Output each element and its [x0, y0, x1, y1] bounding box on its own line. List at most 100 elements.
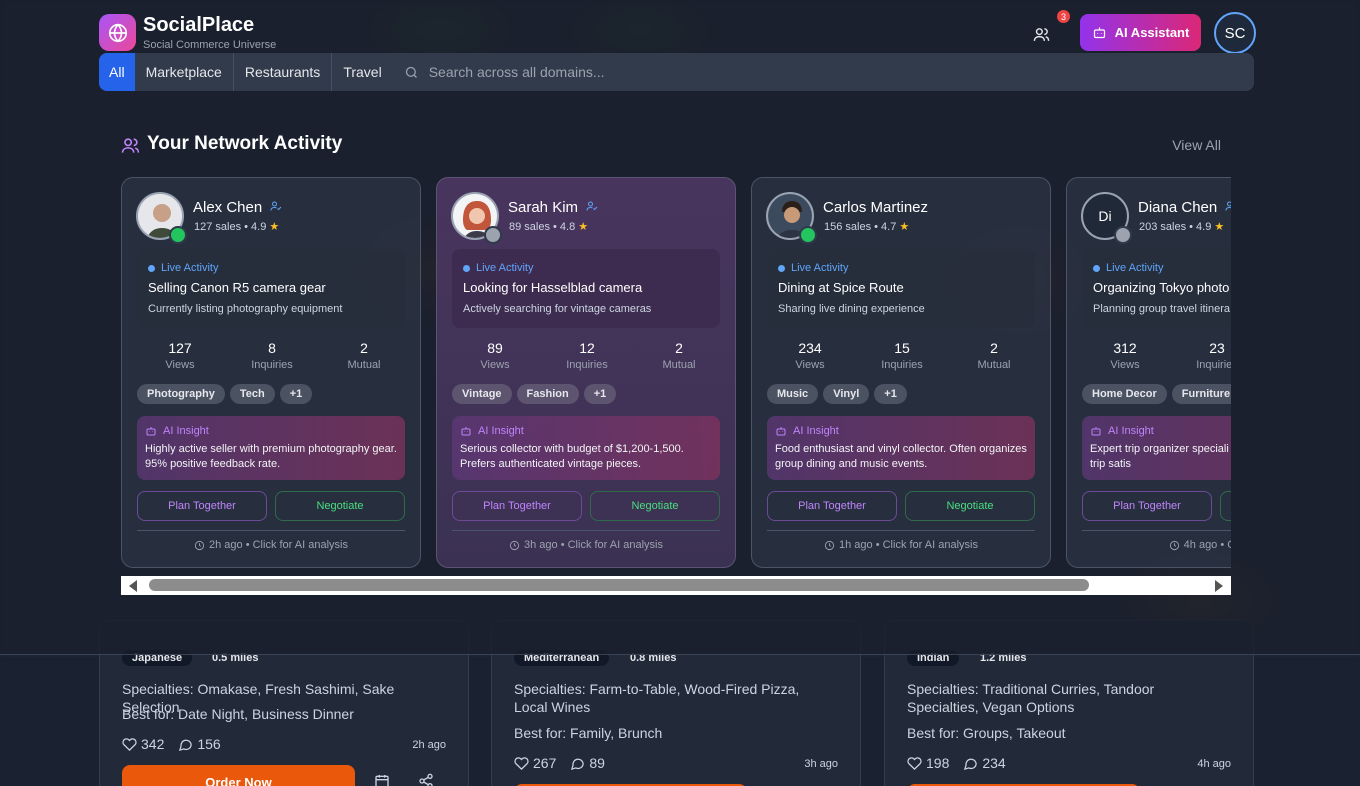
- sales-rating: 203 sales • 4.9 ★: [1139, 221, 1225, 233]
- card-actions: Plan Together Negotiate: [452, 491, 720, 521]
- network-card[interactable]: Di Diana Chen 203 sales • 4.9 ★ Live Act…: [1066, 177, 1231, 568]
- negotiate-button[interactable]: [1220, 491, 1231, 521]
- stat-mutual: 2 Mutual: [977, 340, 1011, 371]
- tab-all[interactable]: All: [99, 53, 135, 91]
- stat-inquiries: 23Inquiries: [1196, 340, 1231, 371]
- activity-description: Actively searching for vintage cameras: [463, 303, 652, 315]
- tag[interactable]: Furniture: [1171, 384, 1231, 404]
- heart-icon: [122, 737, 137, 751]
- tag[interactable]: Tech: [229, 384, 275, 404]
- activity-title: Dining at Spice Route: [778, 280, 904, 295]
- robot-icon: [1091, 427, 1101, 436]
- tag[interactable]: Vinyl: [823, 384, 870, 404]
- negotiate-button[interactable]: Negotiate: [275, 491, 405, 521]
- tag[interactable]: Music: [767, 384, 819, 404]
- calendar-icon[interactable]: [374, 773, 390, 786]
- live-activity-box: Live Activity Looking for Hasselblad cam…: [452, 249, 720, 328]
- plan-together-button[interactable]: Plan Together: [1082, 491, 1212, 521]
- plan-together-button[interactable]: Plan Together: [137, 491, 267, 521]
- live-activity-label: Live Activity: [148, 262, 218, 274]
- comments[interactable]: 89: [570, 755, 605, 771]
- network-users-icon[interactable]: [1031, 24, 1051, 44]
- plan-together-button[interactable]: Plan Together: [767, 491, 897, 521]
- tag[interactable]: Home Decor: [1082, 384, 1167, 404]
- user-check-icon: [1225, 201, 1231, 211]
- scrollbar-thumb[interactable]: [149, 579, 1089, 591]
- interest-tags: Photography Tech +1: [137, 384, 313, 404]
- tag-more[interactable]: +1: [874, 384, 907, 404]
- ai-assistant-button[interactable]: AI Assistant: [1080, 14, 1201, 51]
- network-card[interactable]: Alex Chen 127 sales • 4.9 ★ Live Activit…: [121, 177, 421, 568]
- person-name[interactable]: Carlos Martinez: [823, 199, 928, 216]
- ai-insight-label: AI Insight: [145, 425, 209, 437]
- share-icon[interactable]: [418, 773, 434, 786]
- posted-time: 4h ago: [1197, 758, 1231, 770]
- activity-title: Looking for Hasselblad camera: [463, 280, 643, 295]
- tag[interactable]: Photography: [137, 384, 225, 404]
- order-now-button[interactable]: Order Now: [122, 765, 355, 786]
- live-activity-label: Live Activity: [778, 262, 848, 274]
- comment-icon: [571, 758, 585, 770]
- ai-insight-box: AI Insight Food enthusiast and vinyl col…: [767, 416, 1035, 480]
- network-card[interactable]: Sarah Kim 89 sales • 4.8 ★ Live Activity…: [436, 177, 736, 568]
- activity-description: Planning group travel itinera: [1093, 303, 1230, 315]
- network-carousel[interactable]: Alex Chen 127 sales • 4.9 ★ Live Activit…: [121, 177, 1231, 569]
- live-activity-label: Live Activity: [1093, 262, 1163, 274]
- likes[interactable]: 198: [907, 755, 949, 771]
- ai-insight-label: AI Insight: [1090, 425, 1154, 437]
- tab-travel[interactable]: Travel: [332, 53, 399, 91]
- card-footer[interactable]: 3h ago • Click for AI analysis: [452, 530, 720, 551]
- activity-title: Organizing Tokyo photo: [1093, 280, 1230, 295]
- plan-together-button[interactable]: Plan Together: [452, 491, 582, 521]
- activity-description: Currently listing photography equipment: [148, 303, 343, 315]
- notification-badge: 3: [1057, 10, 1070, 23]
- stats-row: 234 Views 15 Inquiries 2 Mutual: [764, 340, 1040, 371]
- specialties-text: Specialties: Traditional Curries, Tandoo…: [907, 681, 1155, 715]
- user-avatar[interactable]: SC: [1214, 12, 1256, 54]
- stat-mutual: 2 Mutual: [662, 340, 696, 371]
- person-name[interactable]: Diana Chen: [1138, 199, 1231, 216]
- tag[interactable]: Fashion: [516, 384, 579, 404]
- interest-tags: Home Decor Furniture: [1082, 384, 1231, 404]
- card-footer[interactable]: 1h ago • Click for AI analysis: [767, 530, 1035, 551]
- person-name[interactable]: Sarah Kim: [508, 199, 598, 216]
- best-for-text: Best for: Family, Brunch: [514, 725, 663, 741]
- tag[interactable]: Vintage: [452, 384, 512, 404]
- network-card[interactable]: Carlos Martinez 156 sales • 4.7 ★ Live A…: [751, 177, 1051, 568]
- ai-assistant-label: AI Assistant: [1114, 25, 1190, 40]
- negotiate-button[interactable]: Negotiate: [590, 491, 720, 521]
- sales-rating: 156 sales • 4.7 ★: [824, 221, 910, 233]
- card-footer[interactable]: 4h ago • Click fo: [1082, 530, 1231, 551]
- tag-more[interactable]: +1: [583, 384, 617, 404]
- live-activity-label: Live Activity: [463, 262, 533, 274]
- domain-nav-bar: All Marketplace Restaurants Travel: [99, 53, 1254, 91]
- comments[interactable]: 156: [178, 736, 221, 752]
- card-footer[interactable]: 2h ago • Click for AI analysis: [137, 530, 405, 551]
- scroll-right-arrow-icon[interactable]: [1215, 580, 1223, 592]
- view-all-link[interactable]: View All: [1172, 137, 1221, 153]
- ai-insight-box: AI Insight Highly active seller with pre…: [137, 416, 405, 480]
- online-status-dot: [799, 226, 817, 244]
- scroll-left-arrow-icon[interactable]: [129, 580, 137, 592]
- stats-row: 127 Views 8 Inquiries 2 Mutual: [134, 340, 410, 371]
- tab-restaurants[interactable]: Restaurants: [234, 53, 333, 91]
- star-icon: ★: [899, 221, 910, 233]
- tag-more[interactable]: +1: [279, 384, 313, 404]
- likes[interactable]: 342: [122, 736, 164, 752]
- carousel-scrollbar[interactable]: [121, 576, 1231, 595]
- negotiate-button[interactable]: Negotiate: [905, 491, 1035, 521]
- ai-insight-text: Food enthusiast and vinyl collector. Oft…: [775, 443, 1027, 470]
- globe-logo-icon[interactable]: [99, 14, 136, 51]
- engagement-metrics: 342 156: [122, 736, 221, 752]
- live-activity-box: Live Activity Selling Canon R5 camera ge…: [137, 249, 405, 328]
- clock-icon: [194, 540, 205, 550]
- search-input[interactable]: [428, 64, 1029, 80]
- interest-tags: Vintage Fashion +1: [452, 384, 617, 404]
- activity-title: Selling Canon R5 camera gear: [148, 280, 326, 295]
- person-name[interactable]: Alex Chen: [193, 199, 282, 216]
- tab-marketplace[interactable]: Marketplace: [135, 53, 234, 91]
- comments[interactable]: 234: [963, 755, 1006, 771]
- ai-insight-label: AI Insight: [460, 425, 524, 437]
- best-for-text: Best for: Groups, Takeout: [907, 725, 1066, 741]
- likes[interactable]: 267: [514, 755, 556, 771]
